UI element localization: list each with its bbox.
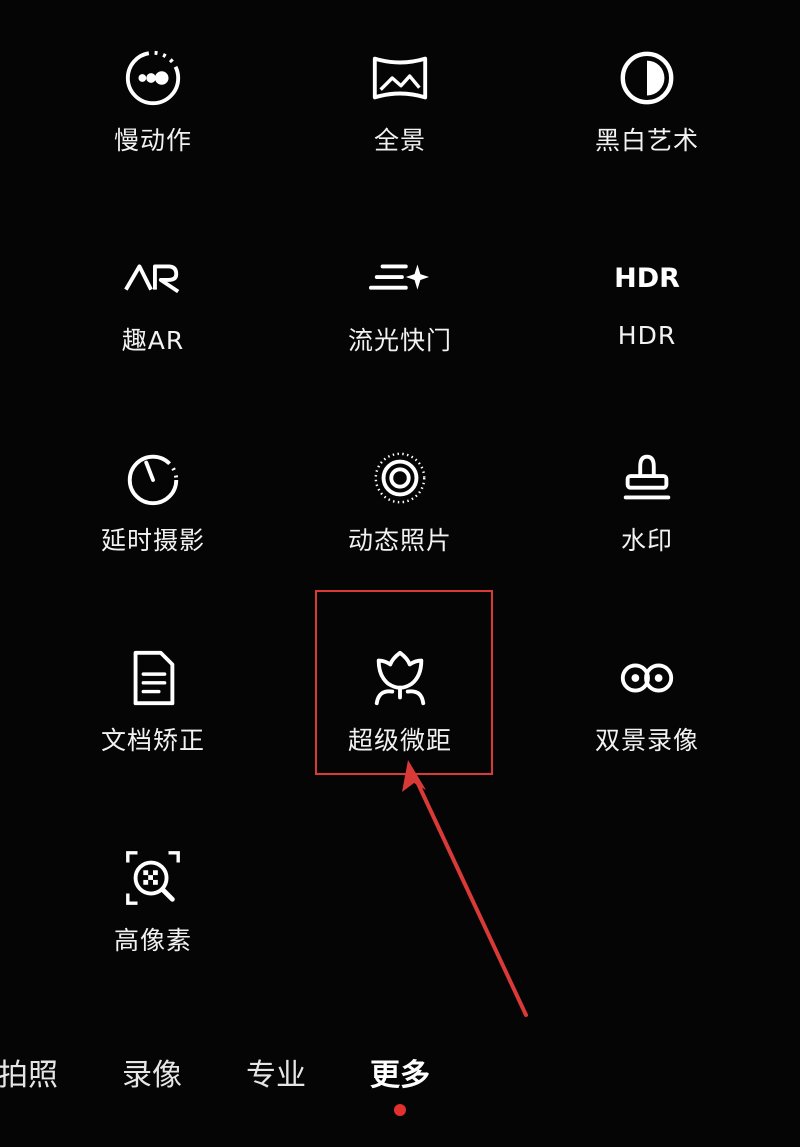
mode-label: 黑白艺术 bbox=[594, 126, 699, 155]
live-photo-icon bbox=[367, 445, 433, 511]
mode-label: 全景 bbox=[373, 126, 426, 155]
mode-label: 双景录像 bbox=[594, 726, 699, 755]
tab-pro[interactable]: 专业 bbox=[246, 1050, 306, 1094]
mode-high-res[interactable]: 高像素 bbox=[63, 845, 243, 1015]
timer-icon bbox=[120, 445, 186, 511]
light-painting-icon bbox=[367, 245, 433, 311]
high-res-icon bbox=[120, 845, 186, 911]
mode-label: 高像素 bbox=[113, 926, 192, 955]
monochrome-icon bbox=[614, 45, 680, 111]
mode-label: 慢动作 bbox=[113, 126, 192, 155]
mode-label: 趣AR bbox=[121, 326, 185, 355]
mode-hdr[interactable]: HDR HDR bbox=[557, 245, 737, 415]
mode-label: 延时摄影 bbox=[100, 526, 205, 555]
mode-label: 流光快门 bbox=[347, 326, 452, 355]
active-tab-indicator bbox=[394, 1104, 406, 1116]
hdr-glyph: HDR bbox=[614, 262, 680, 294]
mode-label: 水印 bbox=[620, 526, 673, 555]
bottom-mode-tabs: 拍照 录像 专业 更多 bbox=[0, 1050, 800, 1110]
mode-panorama[interactable]: 全景 bbox=[310, 45, 490, 215]
slow-motion-icon bbox=[120, 45, 186, 111]
panorama-icon bbox=[367, 45, 433, 111]
tab-video[interactable]: 录像 bbox=[122, 1050, 182, 1094]
mode-slow-motion[interactable]: 慢动作 bbox=[63, 45, 243, 215]
hdr-icon: HDR bbox=[614, 245, 680, 311]
tab-more[interactable]: 更多 bbox=[370, 1050, 430, 1094]
mode-watermark[interactable]: 水印 bbox=[557, 445, 737, 615]
stamp-icon bbox=[614, 445, 680, 511]
mode-monochrome-art[interactable]: 黑白艺术 bbox=[557, 45, 737, 215]
mode-label: HDR bbox=[617, 321, 677, 350]
mode-document-correction[interactable]: 文档矫正 bbox=[63, 645, 243, 815]
mode-label: 文档矫正 bbox=[100, 726, 205, 755]
mode-fun-ar[interactable]: 趣AR bbox=[63, 245, 243, 415]
mode-dual-view-video[interactable]: 双景录像 bbox=[557, 645, 737, 815]
ar-icon bbox=[120, 245, 186, 311]
mode-light-painting[interactable]: 流光快门 bbox=[310, 245, 490, 415]
dual-view-icon bbox=[614, 645, 680, 711]
highlight-box bbox=[315, 590, 493, 775]
tab-photo[interactable]: 拍照 bbox=[0, 1050, 58, 1094]
document-icon bbox=[120, 645, 186, 711]
mode-time-lapse[interactable]: 延时摄影 bbox=[63, 445, 243, 615]
mode-label: 动态照片 bbox=[347, 526, 452, 555]
